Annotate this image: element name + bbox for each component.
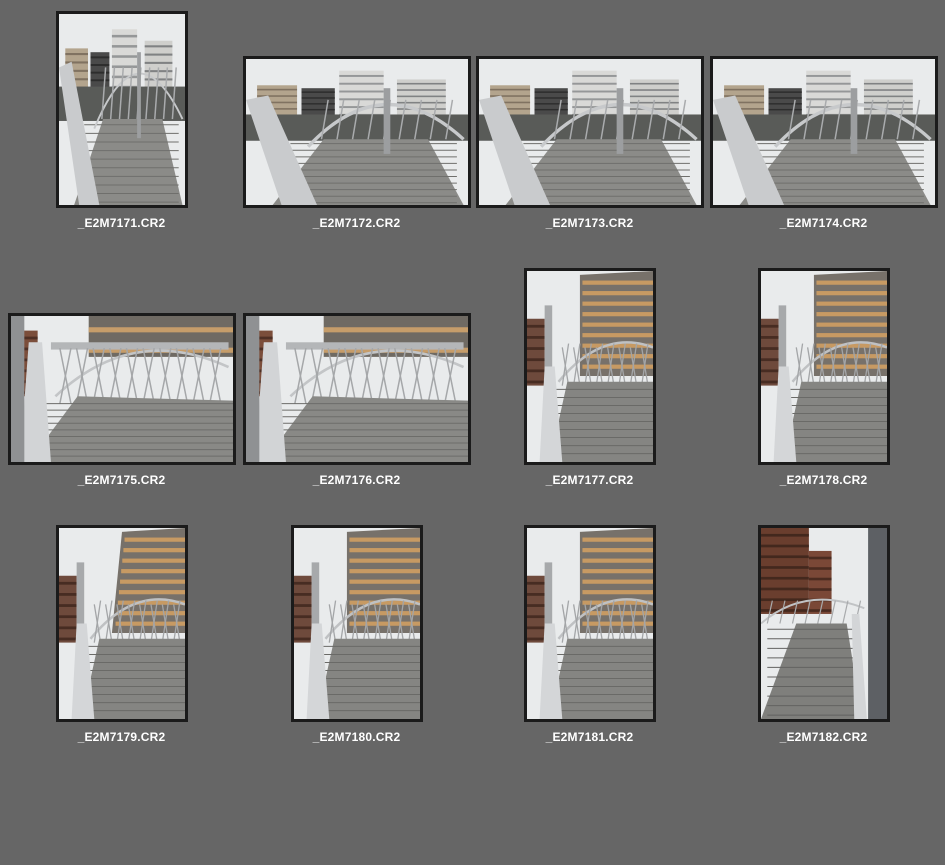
thumbnail-grid: _E2M7171.CR2 _E2M7172.CR2 _E2M7173.CR2 _E2M… [0, 0, 945, 865]
photo-preview [246, 59, 468, 205]
thumbnail-filename[interactable]: _E2M7182.CR2 [707, 730, 940, 744]
thumbnail-cell[interactable]: _E2M7179.CR2 [5, 514, 238, 771]
thumbnail-cell[interactable]: _E2M7171.CR2 [5, 0, 238, 257]
photo-preview [59, 14, 185, 205]
thumbnail-image[interactable] [758, 525, 890, 722]
thumbnail-image[interactable] [524, 525, 656, 722]
thumbnail-image[interactable] [56, 11, 188, 208]
thumbnail-image[interactable] [291, 525, 423, 722]
thumbnail-filename[interactable]: _E2M7181.CR2 [473, 730, 706, 744]
photo-preview [761, 271, 887, 462]
thumbnail-cell[interactable]: _E2M7180.CR2 [240, 514, 473, 771]
thumbnail-cell[interactable]: _E2M7178.CR2 [707, 257, 940, 514]
photo-preview [761, 528, 887, 719]
thumbnail-image[interactable] [758, 268, 890, 465]
thumbnail-image[interactable] [710, 56, 938, 208]
thumbnail-cell[interactable]: _E2M7173.CR2 [473, 0, 706, 257]
thumbnail-cell[interactable]: _E2M7175.CR2 [5, 257, 238, 514]
thumbnail-filename[interactable]: _E2M7174.CR2 [707, 216, 940, 230]
thumbnail-image[interactable] [524, 268, 656, 465]
thumbnail-filename[interactable]: _E2M7180.CR2 [240, 730, 473, 744]
photo-preview [527, 271, 653, 462]
thumbnail-cell[interactable]: _E2M7176.CR2 [240, 257, 473, 514]
photo-preview [246, 316, 468, 462]
thumbnail-cell[interactable]: _E2M7172.CR2 [240, 0, 473, 257]
thumbnail-image[interactable] [56, 525, 188, 722]
thumbnail-filename[interactable]: _E2M7178.CR2 [707, 473, 940, 487]
thumbnail-filename[interactable]: _E2M7179.CR2 [5, 730, 238, 744]
thumbnail-filename[interactable]: _E2M7172.CR2 [240, 216, 473, 230]
thumbnail-filename[interactable]: _E2M7171.CR2 [5, 216, 238, 230]
thumbnail-filename[interactable]: _E2M7175.CR2 [5, 473, 238, 487]
thumbnail-cell[interactable]: _E2M7181.CR2 [473, 514, 706, 771]
thumbnail-image[interactable] [243, 56, 471, 208]
thumbnail-filename[interactable]: _E2M7176.CR2 [240, 473, 473, 487]
photo-preview [713, 59, 935, 205]
photo-preview [11, 316, 233, 462]
photo-preview [59, 528, 185, 719]
thumbnail-cell[interactable]: _E2M7182.CR2 [707, 514, 940, 771]
thumbnail-filename[interactable]: _E2M7173.CR2 [473, 216, 706, 230]
thumbnail-filename[interactable]: _E2M7177.CR2 [473, 473, 706, 487]
thumbnail-cell[interactable]: _E2M7177.CR2 [473, 257, 706, 514]
thumbnail-cell[interactable]: _E2M7174.CR2 [707, 0, 940, 257]
photo-preview [479, 59, 701, 205]
thumbnail-image[interactable] [476, 56, 704, 208]
photo-preview [294, 528, 420, 719]
photo-preview [527, 528, 653, 719]
thumbnail-image[interactable] [243, 313, 471, 465]
thumbnail-image[interactable] [8, 313, 236, 465]
